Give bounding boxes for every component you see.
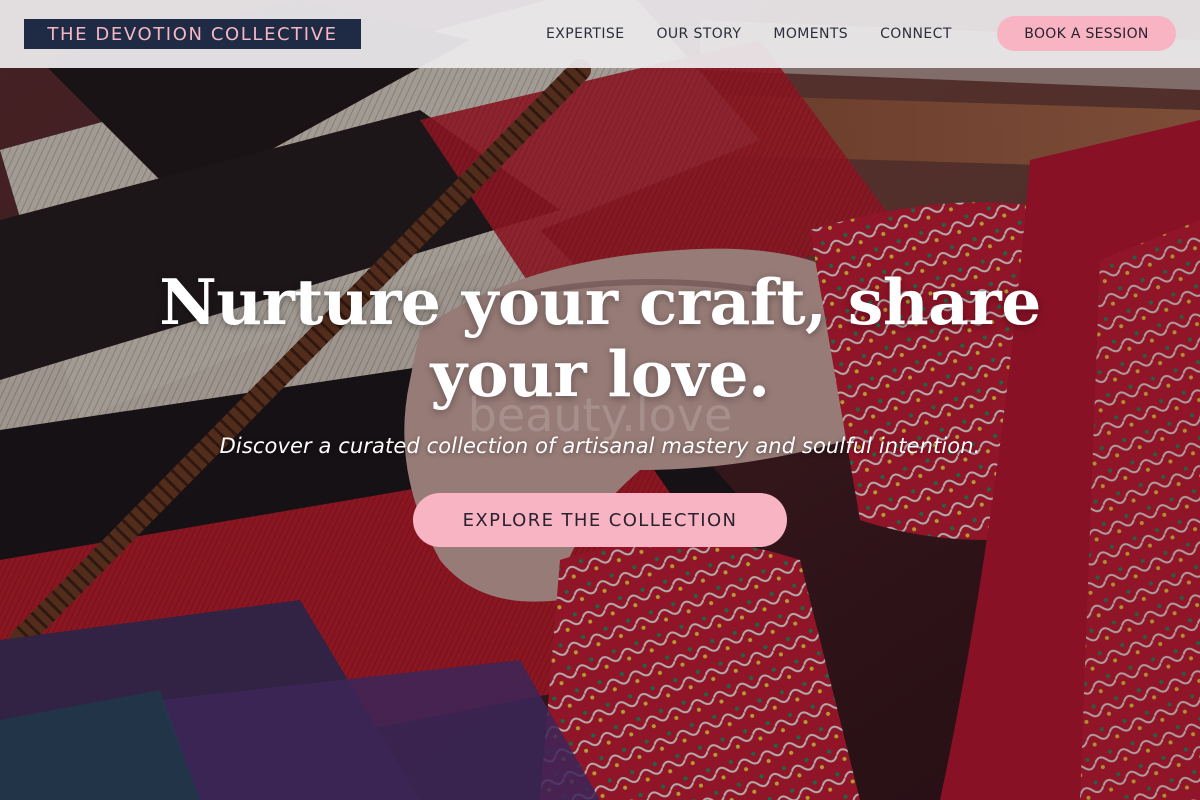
top-navbar: THE DEVOTION COLLECTIVE EXPERTISE OUR ST… [0, 0, 1200, 68]
site-logo[interactable]: THE DEVOTION COLLECTIVE [24, 19, 361, 49]
main-nav: EXPERTISE OUR STORY MOMENTS CONNECT [546, 0, 984, 68]
hero-subtitle: Discover a curated collection of artisan… [219, 434, 981, 458]
nav-link-our-story[interactable]: OUR STORY [656, 26, 741, 42]
nav-link-expertise[interactable]: EXPERTISE [546, 26, 624, 42]
book-session-button[interactable]: BOOK A SESSION [997, 16, 1176, 51]
explore-collection-button[interactable]: EXPLORE THE COLLECTION [413, 493, 787, 547]
hero-section: THE DEVOTION COLLECTIVE EXPERTISE OUR ST… [0, 0, 1200, 800]
nav-link-moments[interactable]: MOMENTS [773, 26, 848, 42]
nav-link-connect[interactable]: CONNECT [880, 26, 952, 42]
hero-headline-line-1: Nurture your craft, share [159, 265, 1041, 339]
